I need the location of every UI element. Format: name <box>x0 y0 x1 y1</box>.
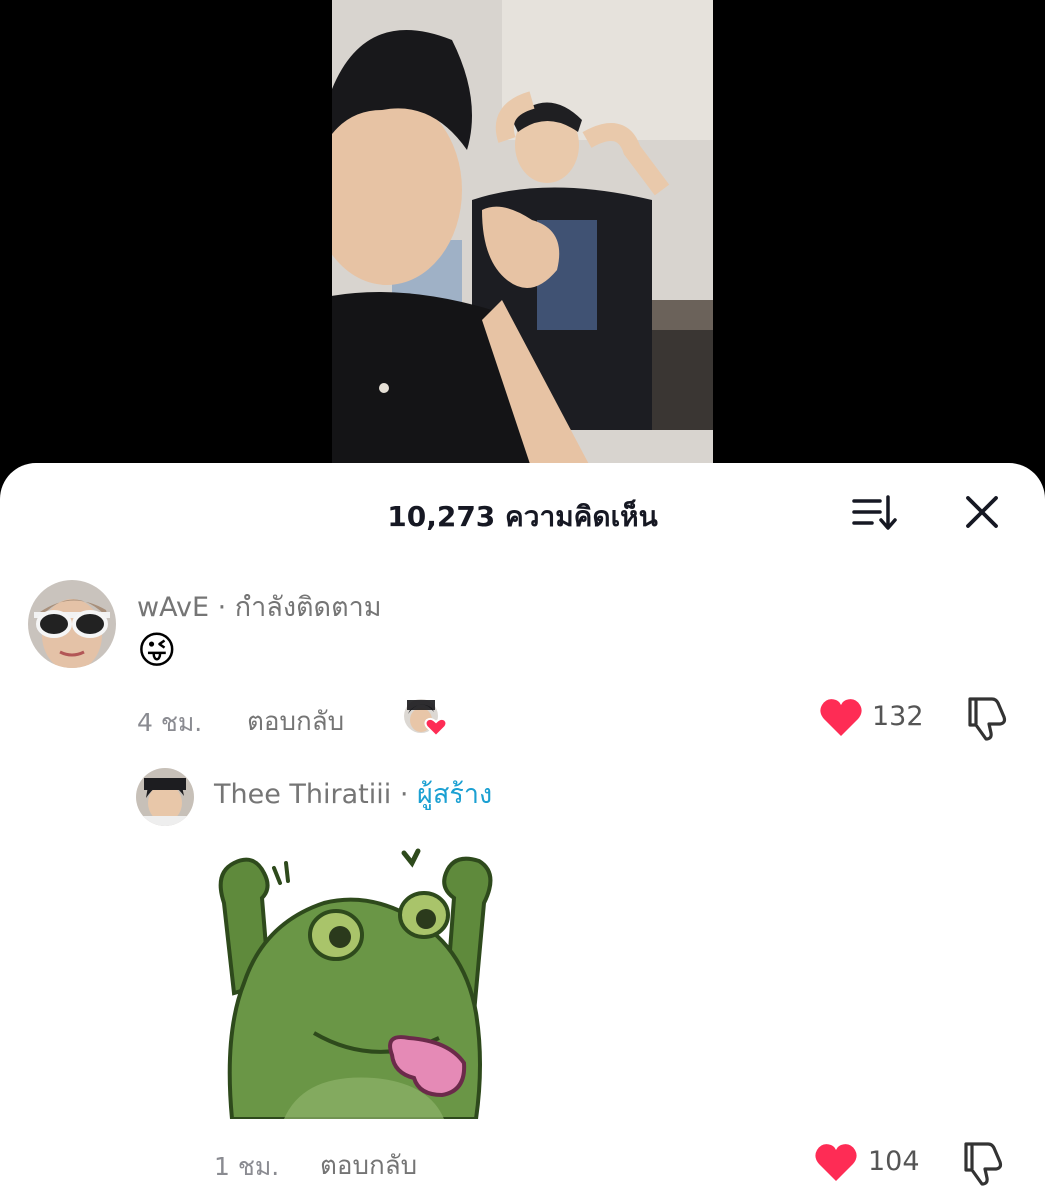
video-thumbnail <box>332 0 713 470</box>
comment-username[interactable]: wAvE · กำลังติดตาม <box>137 585 382 628</box>
heart-icon <box>820 699 862 736</box>
username-separator: · <box>209 592 235 623</box>
like-button[interactable] <box>813 1141 859 1183</box>
heart-icon <box>815 1144 857 1181</box>
creator-badge: ผู้สร้าง <box>417 779 493 810</box>
like-count: 132 <box>872 701 924 732</box>
reply-time: 1 ชม. <box>214 1152 280 1181</box>
following-status: กำลังติดตาม <box>234 592 382 623</box>
creator-liked-icon <box>403 696 449 738</box>
dislike-button[interactable] <box>962 693 1010 743</box>
comments-sheet: 10,273 ความคิดเห็น wAvE · กำลังติดตาม 😜 … <box>0 463 1045 1200</box>
comment-time: 4 ชม. <box>137 708 203 737</box>
dislike-icon <box>964 1142 1003 1186</box>
close-button[interactable] <box>958 491 1006 535</box>
reply-username[interactable]: Thee Thiratiii · ผู้สร้าง <box>214 772 492 815</box>
video-frame <box>332 0 713 470</box>
like-count: 104 <box>868 1146 920 1177</box>
username-text[interactable]: wAvE <box>137 592 209 623</box>
sort-button[interactable] <box>848 491 902 535</box>
frog-sticker <box>214 833 500 1121</box>
video-player[interactable] <box>0 0 1045 480</box>
reply-button[interactable]: ตอบกลับ <box>247 701 344 742</box>
sort-icon <box>852 495 897 530</box>
like-button[interactable] <box>818 696 864 738</box>
comment-text: 😜 <box>137 628 177 672</box>
comments-header: 10,273 ความคิดเห็น <box>0 463 1045 563</box>
username-separator: · <box>391 779 418 810</box>
dislike-button[interactable] <box>958 1138 1006 1188</box>
close-icon <box>966 496 998 528</box>
dislike-icon <box>968 697 1007 741</box>
username-text[interactable]: Thee Thiratiii <box>214 779 391 810</box>
reply-avatar[interactable] <box>136 768 194 826</box>
avatar[interactable] <box>28 580 116 668</box>
reply-button[interactable]: ตอบกลับ <box>320 1145 417 1186</box>
